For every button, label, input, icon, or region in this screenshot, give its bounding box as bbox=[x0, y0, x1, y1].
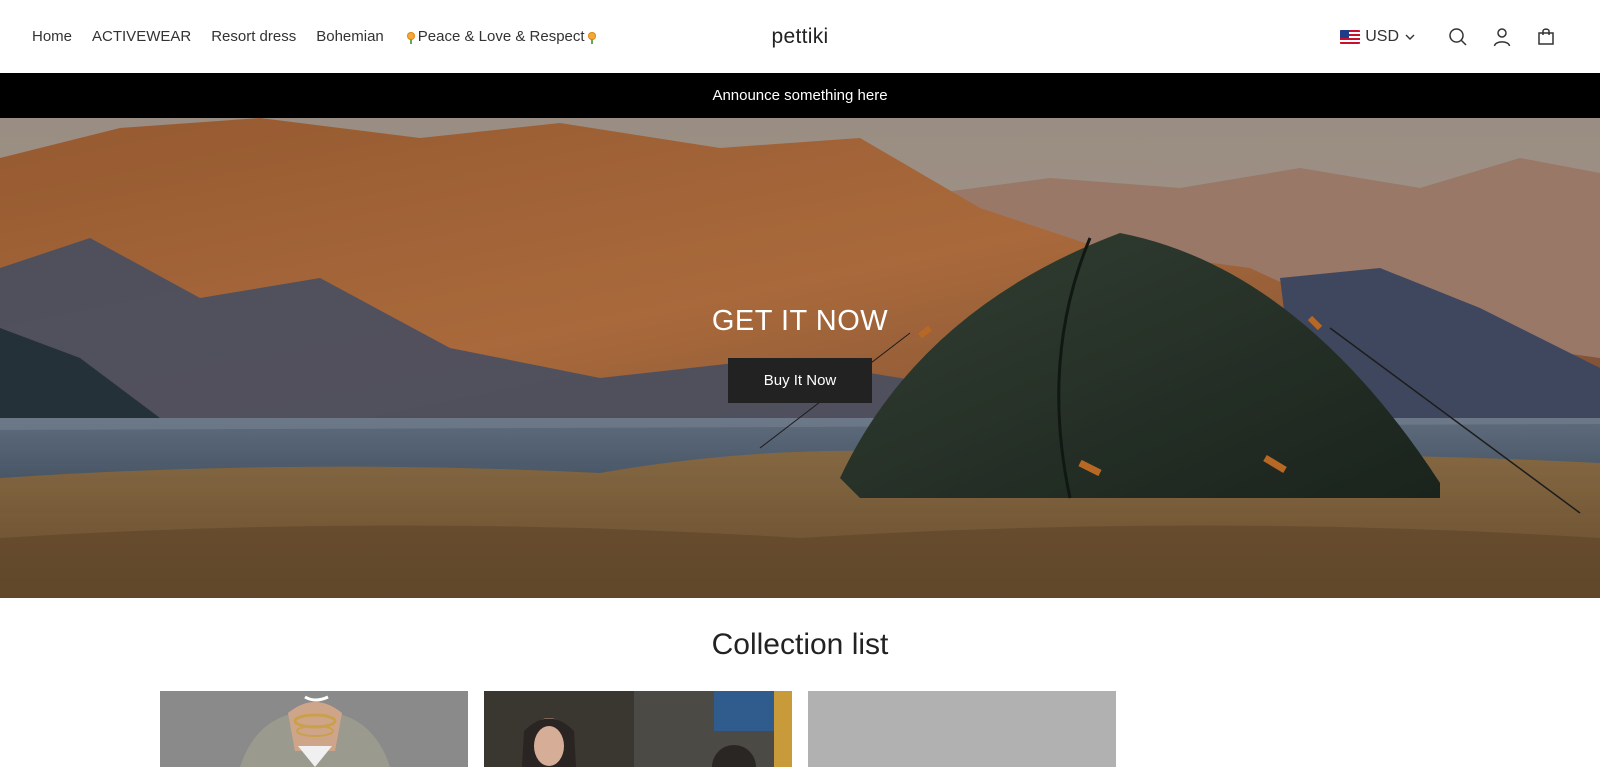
collection-image bbox=[484, 691, 792, 767]
main-nav: Home ACTIVEWEAR Resort dress Bohemian Pe… bbox=[32, 0, 619, 73]
hero-banner: GET IT NOW Buy It Now bbox=[0, 118, 1600, 598]
collection-card[interactable] bbox=[160, 691, 468, 767]
store-logo[interactable]: pettiki bbox=[772, 25, 829, 49]
currency-label: USD bbox=[1365, 27, 1399, 45]
collection-card[interactable] bbox=[484, 691, 792, 767]
nav-item-bohemian[interactable]: Bohemian bbox=[316, 28, 384, 45]
nav-item-home[interactable]: Home bbox=[32, 28, 72, 45]
collection-cards bbox=[160, 691, 1132, 767]
nav-item-peace-love-respect[interactable]: Peace & Love & Respect bbox=[404, 28, 599, 45]
sunflower-icon bbox=[405, 31, 417, 44]
announcement-bar: Announce something here bbox=[0, 73, 1600, 118]
sunflower-icon bbox=[586, 31, 598, 44]
collection-list-title: Collection list bbox=[711, 628, 889, 661]
hero-content: GET IT NOW Buy It Now bbox=[0, 118, 1600, 598]
account-button[interactable] bbox=[1490, 25, 1514, 49]
cart-button[interactable] bbox=[1534, 25, 1558, 49]
nav-item-activewear[interactable]: ACTIVEWEAR bbox=[92, 28, 191, 45]
chevron-down-icon bbox=[1405, 34, 1415, 40]
hero-title: GET IT NOW bbox=[711, 305, 889, 337]
header-actions: USD bbox=[1340, 0, 1600, 73]
collection-image-placeholder bbox=[808, 691, 1116, 767]
announcement-text: Announce something here bbox=[712, 87, 888, 104]
collection-card[interactable] bbox=[808, 691, 1116, 767]
nav-item-resort-dress[interactable]: Resort dress bbox=[211, 28, 296, 45]
buy-it-now-button[interactable]: Buy It Now bbox=[728, 358, 872, 403]
currency-selector[interactable]: USD bbox=[1340, 28, 1416, 46]
collection-image bbox=[160, 691, 468, 767]
search-button[interactable] bbox=[1446, 25, 1470, 49]
cart-icon bbox=[1538, 27, 1554, 45]
us-flag-icon bbox=[1340, 29, 1361, 44]
nav-item-label: Peace & Love & Respect bbox=[417, 28, 585, 45]
search-icon bbox=[1449, 27, 1467, 46]
account-icon bbox=[1493, 27, 1511, 46]
site-header: Home ACTIVEWEAR Resort dress Bohemian Pe… bbox=[0, 0, 1600, 73]
